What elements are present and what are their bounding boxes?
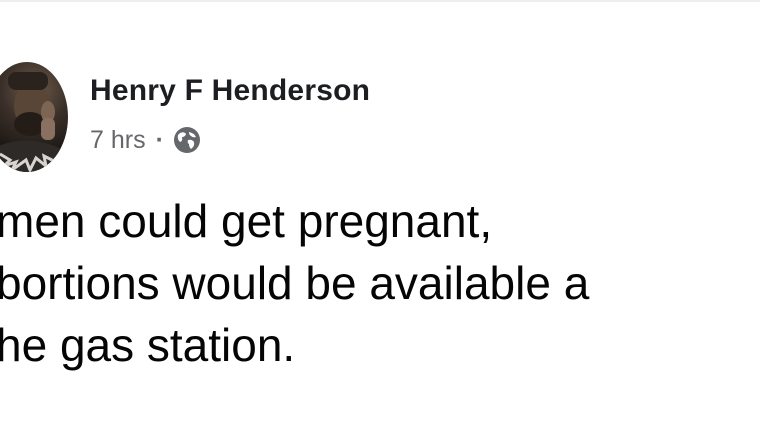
post-text-line-2: bortions would be available a — [0, 257, 590, 309]
author-avatar[interactable] — [0, 62, 68, 172]
avatar-photo-icon — [0, 72, 64, 172]
post-text-line-3: he gas station. — [0, 319, 296, 371]
post-meta: 7 hrs · — [90, 122, 202, 158]
globe-icon[interactable] — [172, 125, 202, 155]
post-timestamp[interactable]: 7 hrs — [90, 126, 146, 155]
meta-separator: · — [155, 125, 164, 154]
post-body: men could get pregnant, bortions would b… — [0, 190, 760, 376]
facebook-post: Henry F Henderson 7 hrs · men could get … — [0, 0, 760, 438]
top-divider — [0, 0, 760, 2]
post-text-line-1: men could get pregnant, — [0, 195, 493, 247]
author-name[interactable]: Henry F Henderson — [90, 74, 370, 108]
